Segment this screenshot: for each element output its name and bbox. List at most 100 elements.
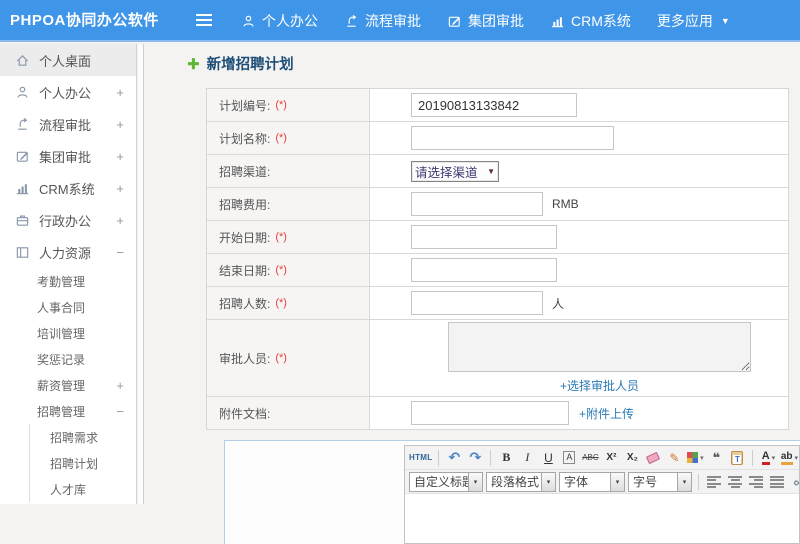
editor-toolbar-row1: HTML ↶ ↷ B I U A ABC X² X₂ ✎ ▾ ❝ T A▾ ab… <box>405 446 799 470</box>
sidebar-item-label: 人力资源 <box>39 243 91 262</box>
required-marker: (*) <box>275 99 287 111</box>
heading-select[interactable]: 自定义标题 ▾ <box>409 472 483 492</box>
font-style-icon[interactable]: A <box>563 451 575 464</box>
underline-icon[interactable]: U <box>539 449 557 467</box>
paste-icon[interactable]: T <box>728 449 746 467</box>
font-size-select-value: 字号 <box>629 473 677 490</box>
sidebar-item-label: 个人办公 <box>39 83 91 102</box>
plan-name-input[interactable] <box>411 126 614 150</box>
end-date-input[interactable] <box>411 258 557 282</box>
eraser-icon[interactable] <box>646 451 660 463</box>
cost-input[interactable] <box>411 192 543 216</box>
align-right-icon[interactable] <box>747 473 765 491</box>
expand-icon[interactable]: + <box>116 213 124 228</box>
menu-icon[interactable] <box>196 14 214 28</box>
sidebar-item-group-approval[interactable]: 集团审批 + <box>0 140 136 172</box>
user-icon <box>15 85 30 100</box>
expand-icon[interactable]: + <box>116 149 124 164</box>
align-center-icon[interactable] <box>726 473 744 491</box>
sidebar-item-talent-pool[interactable]: 人才库 <box>30 476 136 502</box>
expand-icon[interactable]: + <box>116 117 124 132</box>
caret-down-icon: ▼ <box>486 167 498 176</box>
sidebar-subitem-label: 人事合同 <box>37 299 85 316</box>
nav-crm-system[interactable]: CRM系统 <box>537 0 644 42</box>
font-family-select[interactable]: 字体 ▾ <box>559 472 625 492</box>
sidebar-item-hr[interactable]: 人力资源 − <box>0 236 136 268</box>
attachment-upload-link[interactable]: +附件上传 <box>579 405 634 422</box>
plan-number-input[interactable] <box>411 93 577 117</box>
sidebar-item-admin-office[interactable]: 行政办公 + <box>0 204 136 236</box>
channel-select[interactable]: 请选择渠道 ▼ <box>411 161 499 182</box>
color-palette-icon[interactable]: ▾ <box>686 449 704 467</box>
form-row-start-date: 开始日期: (*) <box>207 221 788 254</box>
sidebar-item-crm[interactable]: CRM系统 + <box>0 172 136 204</box>
superscript-icon[interactable]: X² <box>602 449 620 467</box>
form-row-plan-number: 计划编号: (*) <box>207 89 788 122</box>
select-approvers-link[interactable]: +选择审批人员 <box>560 377 639 394</box>
sidebar-subitem-label: 薪资管理 <box>37 377 85 394</box>
editor-label-cell <box>225 441 404 544</box>
nav-personal-office[interactable]: 个人办公 <box>228 0 331 42</box>
form-row-attachment: 附件文档: +附件上传 <box>207 397 788 430</box>
bold-icon[interactable]: B <box>497 449 515 467</box>
content-editor-section: HTML ↶ ↷ B I U A ABC X² X₂ ✎ ▾ ❝ T A▾ ab… <box>224 440 800 544</box>
expand-icon[interactable]: + <box>116 85 124 100</box>
nav-more-apps[interactable]: 更多应用 ▼ <box>644 0 743 42</box>
sidebar-item-rewards[interactable]: 奖惩记录 <box>0 346 136 372</box>
sidebar-item-label: 流程审批 <box>39 115 91 134</box>
undo-icon[interactable]: ↶ <box>445 449 463 467</box>
sidebar-item-recruit-mgmt[interactable]: 招聘管理 − <box>0 398 136 424</box>
font-color-icon[interactable]: A▾ <box>759 449 777 467</box>
sidebar-item-attendance[interactable]: 考勤管理 <box>0 268 136 294</box>
start-date-input[interactable] <box>411 225 557 249</box>
main-content: ✚ 新增招聘计划 计划编号: (*) 计划名称: (*) 招聘渠道: <box>145 44 800 504</box>
subscript-icon[interactable]: X₂ <box>623 449 641 467</box>
attachment-input[interactable] <box>411 401 569 425</box>
sidebar-item-process-approval[interactable]: 流程审批 + <box>0 108 136 140</box>
sidebar-item-recruit-demand[interactable]: 招聘需求 <box>30 424 136 450</box>
headcount-input[interactable] <box>411 291 543 315</box>
collapse-icon[interactable]: − <box>116 404 124 419</box>
sidebar-subitem-label: 考勤管理 <box>37 273 85 290</box>
collapse-icon[interactable]: − <box>116 245 124 260</box>
italic-icon[interactable]: I <box>518 449 536 467</box>
sidebar-subitem-label: 招聘计划 <box>50 455 98 472</box>
sidebar-item-personal-office[interactable]: 个人办公 + <box>0 76 136 108</box>
align-justify-icon[interactable] <box>768 473 786 491</box>
caret-down-icon: ▾ <box>468 473 482 491</box>
expand-icon[interactable]: + <box>116 378 124 393</box>
format-brush-icon[interactable]: ✎ <box>665 449 683 467</box>
field-label: 招聘渠道: <box>207 155 370 187</box>
expand-icon[interactable]: + <box>116 181 124 196</box>
link-icon[interactable]: ∞ <box>789 473 800 491</box>
label-text: 招聘费用: <box>219 196 270 213</box>
nav-label: 个人办公 <box>262 11 318 31</box>
sidebar-item-hr-contract[interactable]: 人事合同 <box>0 294 136 320</box>
blockquote-icon[interactable]: ❝ <box>707 449 725 467</box>
editor-content-area[interactable] <box>405 494 799 544</box>
nav-label: CRM系统 <box>571 11 631 31</box>
sidebar-subitem-label: 培训管理 <box>37 325 85 342</box>
nav-process-approval[interactable]: 流程审批 <box>331 0 434 42</box>
flow-icon <box>15 117 30 132</box>
redo-icon[interactable]: ↷ <box>466 449 484 467</box>
align-left-icon[interactable] <box>705 473 723 491</box>
paragraph-select[interactable]: 段落格式 ▾ <box>486 472 556 492</box>
field-label: 审批人员: (*) <box>207 320 370 396</box>
plus-icon: ✚ <box>187 55 200 73</box>
html-source-icon[interactable]: HTML <box>409 449 432 467</box>
nav-group-approval[interactable]: 集团审批 <box>434 0 537 42</box>
strikethrough-icon[interactable]: ABC <box>581 449 599 467</box>
font-size-select[interactable]: 字号 ▾ <box>628 472 692 492</box>
form-row-channel: 招聘渠道: 请选择渠道 ▼ <box>207 155 788 188</box>
label-text: 结束日期: <box>219 262 270 279</box>
highlight-icon[interactable]: ab▾ <box>780 449 798 467</box>
sidebar-divider <box>138 44 144 504</box>
sidebar-item-salary[interactable]: 薪资管理 + <box>0 372 136 398</box>
recruit-submenu: 招聘需求 招聘计划 人才库 <box>29 424 136 502</box>
sidebar-item-recruit-plan[interactable]: 招聘计划 <box>30 450 136 476</box>
sidebar-item-training[interactable]: 培训管理 <box>0 320 136 346</box>
approvers-textarea[interactable] <box>448 322 751 372</box>
label-text: 招聘渠道: <box>219 163 270 180</box>
sidebar-item-desktop[interactable]: 个人桌面 <box>0 44 136 76</box>
